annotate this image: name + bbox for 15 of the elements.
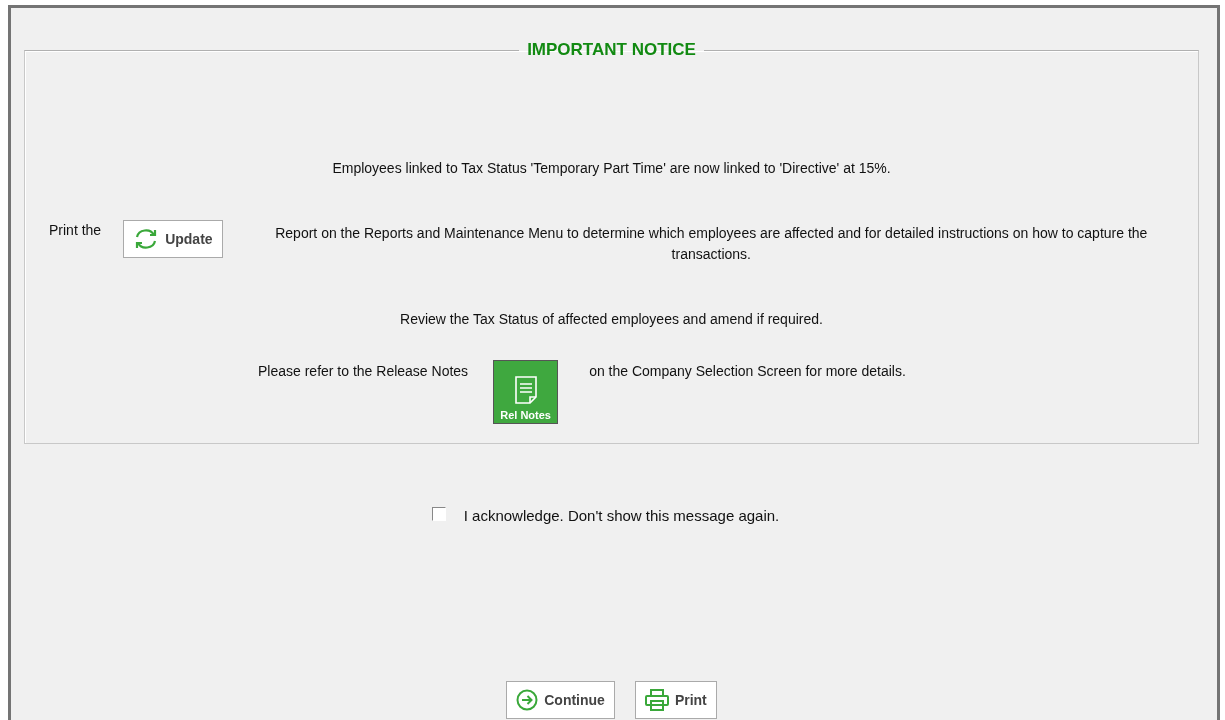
acknowledge-checkbox[interactable] bbox=[431, 507, 446, 521]
notice-text: Report on the Reports and Maintenance Menu to determine which employees are affected and for detailed instructions on how to capture the transactions. bbox=[274, 224, 1149, 264]
update-button[interactable]: Update bbox=[123, 220, 223, 258]
continue-button[interactable]: Continue bbox=[506, 681, 615, 719]
print-button[interactable]: Print bbox=[634, 681, 717, 719]
notice-text: Print the bbox=[49, 222, 102, 238]
notice-title: IMPORTANT NOTICE bbox=[526, 40, 697, 60]
acknowledge-label: I acknowledge. Don't show this message again. bbox=[463, 507, 780, 524]
notice-text: Review the Tax Status of affected employees and amend if required. bbox=[400, 311, 823, 327]
document-icon bbox=[513, 375, 538, 405]
arrow-circle-icon bbox=[516, 689, 539, 711]
notice-text: Employees linked to Tax Status 'Temporary Part Time' are now linked to 'Directive' at 15%. bbox=[332, 160, 891, 176]
notice-text: on the Company Selection Screen for more details. bbox=[589, 363, 906, 379]
notice-text: Please refer to the Release Notes bbox=[258, 363, 469, 379]
printer-icon bbox=[644, 689, 669, 711]
